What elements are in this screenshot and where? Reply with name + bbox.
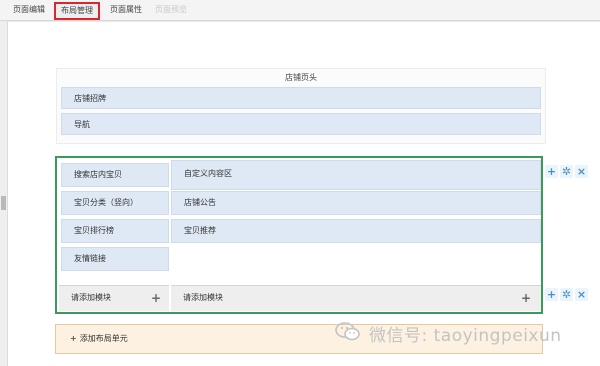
collapse-handle-icon[interactable] (1, 196, 6, 210)
module-tools: + ✲ × (545, 165, 589, 179)
close-icon[interactable]: × (575, 288, 588, 301)
right-add-module-button[interactable]: 请添加模块 + (171, 285, 541, 311)
module-item-recommend[interactable]: 宝贝推荐 (171, 219, 541, 243)
plus-icon[interactable]: + (545, 288, 558, 301)
wechat-logo-icon (335, 322, 360, 341)
plus-icon[interactable]: + (151, 286, 161, 310)
module-item-ranking[interactable]: 宝贝排行榜 (61, 219, 169, 243)
module-custom-content[interactable]: 自定义内容区 (171, 160, 541, 190)
right-add-module-label: 请添加模块 (183, 293, 223, 302)
module-friend-links[interactable]: 友情链接 (61, 247, 169, 271)
module-navigation[interactable]: 导航 (61, 113, 541, 135)
left-add-module-button[interactable]: 请添加模块 + (59, 285, 169, 311)
shop-body-section[interactable]: 搜索店内宝贝 宝贝分类（竖向） 宝贝排行榜 友情链接 自定义内容区 店铺公告 宝… (55, 156, 543, 314)
add-layout-unit-label: 添加布局单元 (79, 334, 128, 343)
left-collapse-rail[interactable] (0, 21, 8, 366)
plus-icon[interactable]: + (521, 286, 531, 310)
top-tab-bar: 页面编辑 布局管理 页面属性 页面预览 (0, 0, 600, 21)
tab-page-preview[interactable]: 页面预览 (155, 3, 187, 17)
shop-header-section[interactable]: 店铺页头 店铺招牌 导航 (56, 68, 546, 144)
module-item-categories[interactable]: 宝贝分类（竖向） (61, 191, 169, 215)
module-search-items[interactable]: 搜索店内宝贝 (61, 163, 169, 187)
close-icon[interactable]: × (575, 165, 588, 178)
plus-icon[interactable]: + (545, 165, 558, 178)
gear-icon[interactable]: ✲ (560, 165, 573, 178)
header-section-title: 店铺页头 (285, 73, 317, 82)
watermark-text: 微信号: taoyingpeixun (369, 326, 562, 346)
section-tools: + ✲ × (545, 288, 589, 302)
module-shop-notice[interactable]: 店铺公告 (171, 191, 541, 215)
tab-layout-management[interactable]: 布局管理 (54, 2, 100, 20)
plus-icon: + (70, 334, 77, 343)
left-add-module-label: 请添加模块 (71, 293, 111, 302)
canvas-top-divider (7, 21, 600, 22)
tab-page-edit[interactable]: 页面编辑 (13, 3, 45, 17)
gear-icon[interactable]: ✲ (560, 288, 573, 301)
module-shop-signboard[interactable]: 店铺招牌 (61, 87, 541, 109)
tab-page-properties[interactable]: 页面属性 (110, 3, 142, 17)
wechat-watermark: 微信号: taoyingpeixun (335, 318, 600, 348)
